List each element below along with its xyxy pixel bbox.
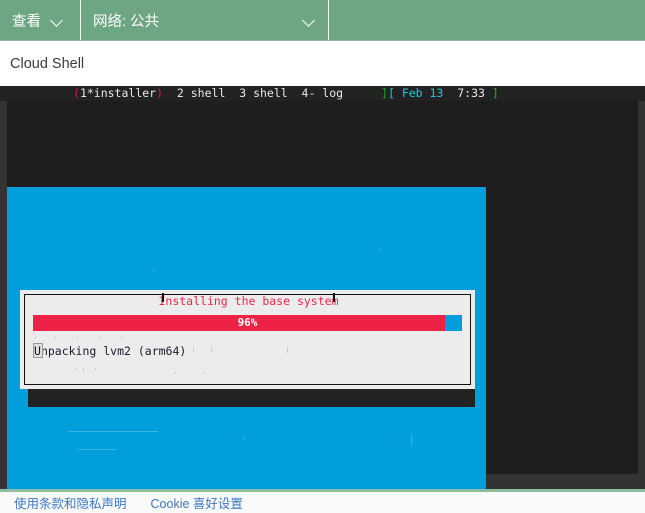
cloud-shell-page: 查看 网络: 公共 Cloud Shell [ (1*installer) 2 … [0, 0, 645, 513]
tmux-time: 7:33 [457, 86, 485, 100]
tmux-status-bar: [ (1*installer) 2 shell 3 shell 4- log ]… [0, 86, 645, 115]
top-toolbar: 查看 网络: 公共 [0, 0, 645, 41]
tmux-right-open-bracket: [ [387, 86, 395, 100]
chevron-down-icon [51, 14, 64, 27]
tmux-window-paren-open: ( [73, 86, 80, 100]
installer-dialog: Installing the base system 96% Unpacking… [20, 290, 475, 389]
view-menu-button[interactable]: 查看 [0, 0, 81, 41]
footer: 使用条款和隐私声明 Cookie 喜好设置 [0, 492, 645, 513]
tmux-date: Feb 13 [401, 86, 444, 100]
tmux-window-list: (1*installer) 2 shell 3 shell 4- log [73, 86, 343, 101]
tmux-window-paren-close: ) [156, 86, 164, 100]
terminal-frame[interactable]: [ (1*installer) 2 shell 3 shell 4- log ]… [0, 86, 645, 513]
install-progress-label: 96% [237, 316, 258, 329]
install-status-text: npacking lvm2 (arm64) [40, 344, 187, 358]
chevron-down-icon [303, 14, 316, 27]
tmux-right-bracket: ] [491, 86, 499, 100]
network-selector[interactable]: 网络: 公共 [81, 0, 329, 41]
dialog-border: Installing the base system 96% Unpacking… [24, 293, 472, 385]
network-selector-label: 网络: 公共 [93, 14, 160, 30]
tmux-right-close-bracket: ] [381, 86, 388, 100]
tmux-clock: ][ Feb 13 7:33 ] [381, 86, 499, 101]
subheader: Cloud Shell [0, 41, 645, 86]
dialog-title-bar: Installing the base system [25, 293, 472, 308]
install-progress-bar: 96% [33, 315, 462, 331]
toolbar-filler [329, 0, 645, 41]
tmux-window-others[interactable]: 2 shell 3 shell 4- log [177, 86, 343, 100]
view-menu-label: 查看 [12, 14, 41, 30]
cookie-preferences-link[interactable]: Cookie 喜好设置 [127, 493, 243, 512]
terms-and-privacy-link[interactable]: 使用条款和隐私声明 [0, 493, 127, 512]
page-title: Cloud Shell [10, 55, 85, 72]
terminal-cursor: U [33, 343, 43, 358]
dialog-title: Installing the base system [151, 294, 346, 308]
install-status-line: Unpacking lvm2 (arm64) [33, 343, 187, 358]
tmux-window-installer[interactable]: 1*installer [80, 86, 156, 100]
